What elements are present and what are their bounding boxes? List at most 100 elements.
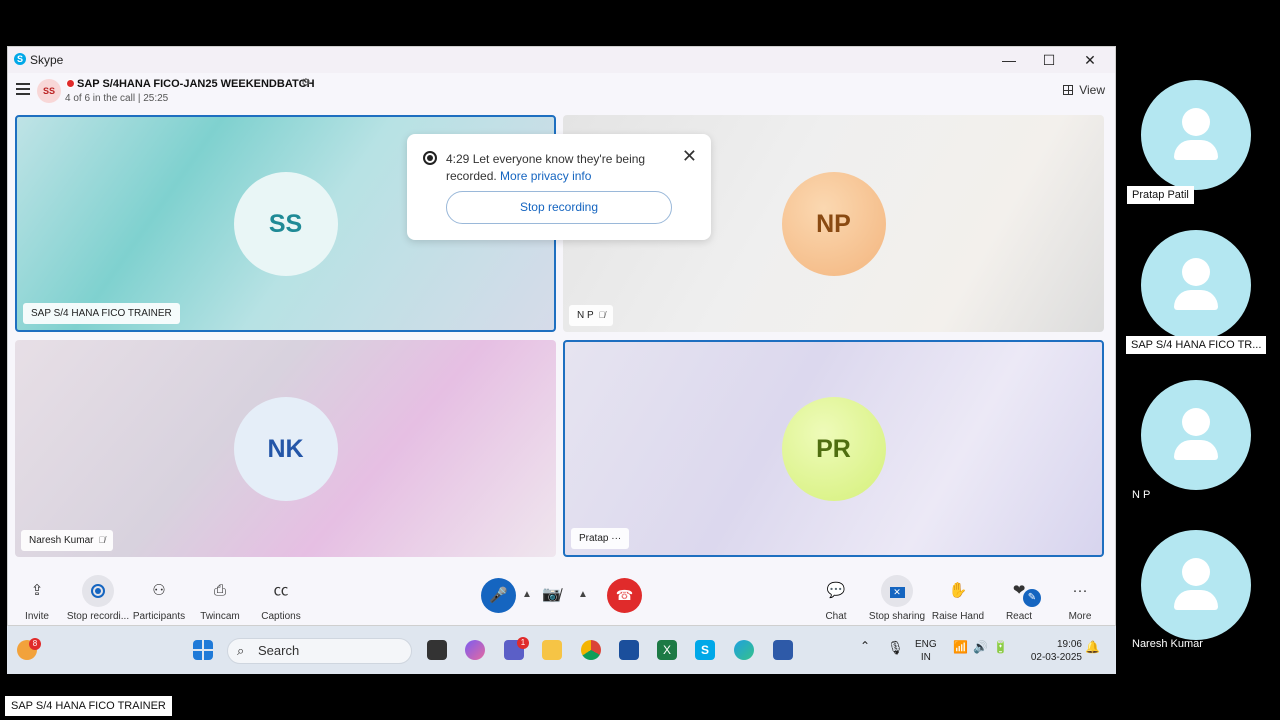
chrome-icon[interactable]: [581, 640, 601, 660]
close-icon[interactable]: ✕: [682, 146, 697, 167]
more-label: More: [1068, 611, 1092, 622]
maximize-button[interactable]: ☐: [1034, 50, 1064, 70]
avatar: SS: [37, 79, 61, 103]
menu-icon[interactable]: [16, 83, 30, 95]
call-toolbar: ⇪ Invite Stop recordi... ⚇ Participants ⎙ T…: [8, 569, 1115, 627]
participant-tile[interactable]: NK Naresh Kumar 🎙̸: [15, 340, 556, 557]
record-icon: [82, 575, 114, 607]
copilot-icon[interactable]: [465, 640, 485, 660]
microphone-button[interactable]: 🎤: [481, 578, 516, 613]
share-icon: ⇪: [30, 582, 44, 599]
view-label: View: [1079, 83, 1105, 97]
taskbar: 8 ⌕ Search 1 X S ⌃ 🎙 ENG IN 📶 🔊 🔋 19:06 02-…: [7, 626, 1116, 674]
twincam-button[interactable]: ⎙ Twincam: [186, 575, 254, 622]
participant-name: N P: [577, 310, 594, 321]
captions-label: Captions: [261, 611, 301, 622]
minimize-button[interactable]: —: [994, 50, 1024, 70]
avatar: SS: [233, 171, 338, 276]
camera-options-chevron-icon[interactable]: ▲: [578, 589, 588, 600]
react-button[interactable]: ❤ ✎ React: [985, 575, 1053, 622]
raise-hand-label: Raise Hand: [931, 611, 985, 622]
participant-tile[interactable]: PR Pratap ···: [563, 340, 1104, 557]
participants-button[interactable]: ⚇ Participants: [125, 575, 193, 622]
close-button[interactable]: ✕: [1075, 50, 1105, 70]
date: 02-03-2025: [1030, 652, 1082, 663]
stop-sharing-label: Stop sharing: [868, 611, 926, 622]
language-indicator[interactable]: ENG IN: [915, 638, 937, 664]
call-subtitle: 4 of 6 in the call | 25:25: [65, 93, 169, 104]
raise-hand-button[interactable]: ✋ Raise Hand: [924, 575, 992, 622]
twincam-label: Twincam: [200, 611, 240, 622]
file-explorer-icon[interactable]: [542, 640, 562, 660]
participants-label: Participants: [132, 611, 186, 622]
pencil-icon: ✎: [1023, 589, 1041, 607]
camera-add-icon: ⎙: [213, 582, 226, 599]
call-title[interactable]: SAP S/4HANA FICO-JAN25 WEEKENDBATCH: [77, 78, 315, 90]
search-input[interactable]: ⌕ Search: [227, 638, 412, 664]
skype-logo-icon: S: [14, 53, 26, 65]
gear-icon[interactable]: ⚙: [301, 76, 311, 89]
stop-sharing-button[interactable]: ✕ Stop sharing: [863, 575, 931, 622]
search-placeholder: Search: [258, 643, 300, 658]
participant-name: Naresh Kumar: [29, 535, 94, 546]
recording-indicator-icon: [66, 79, 75, 88]
avatar: NP: [781, 171, 886, 276]
hand-icon: ✋: [948, 582, 968, 599]
more-button[interactable]: ··· More: [1046, 575, 1114, 622]
chat-label: Chat: [825, 611, 847, 622]
mic-options-chevron-icon[interactable]: ▲: [522, 589, 532, 600]
chat-icon: 💬: [826, 582, 846, 599]
excel-icon[interactable]: X: [657, 640, 677, 660]
skype-taskbar-icon[interactable]: S: [695, 640, 715, 660]
end-call-button[interactable]: ☎: [607, 578, 642, 613]
people-icon: ⚇: [152, 582, 166, 599]
time: 19:06: [1056, 639, 1082, 650]
language-code: ENG: [915, 639, 937, 650]
avatar: [1141, 80, 1251, 190]
edge-icon[interactable]: [734, 640, 754, 660]
record-icon: [423, 151, 437, 165]
task-view-icon[interactable]: [427, 640, 447, 660]
recording-notification: 4:29 Let everyone know they're being rec…: [407, 134, 711, 240]
stop-share-icon: ✕: [881, 575, 913, 607]
app-title: Skype: [30, 53, 64, 67]
battery-icon[interactable]: 🔋: [993, 641, 1008, 654]
stop-recording-label: Stop recordi...: [66, 611, 130, 622]
stop-recording-toolbar-button[interactable]: Stop recordi...: [64, 575, 132, 622]
invite-button[interactable]: ⇪ Invite: [3, 575, 71, 622]
store-icon[interactable]: [619, 640, 639, 660]
call-header: SS SAP S/4HANA FICO-JAN25 WEEKENDBATCH ⚙…: [8, 73, 1115, 111]
participant-name-tag: SAP S/4 HANA FICO TRAINER: [23, 303, 180, 324]
captions-icon: ㏄: [273, 582, 289, 599]
search-icon: ⌕: [237, 643, 245, 658]
privacy-link[interactable]: More privacy info: [500, 169, 591, 183]
react-label: React: [1005, 611, 1033, 622]
stop-recording-button[interactable]: Stop recording: [446, 191, 672, 224]
avatar: PR: [781, 396, 886, 501]
avatar: [1141, 530, 1251, 640]
remote-desktop-icon[interactable]: [773, 640, 793, 660]
camera-off-icon: 📷̸: [542, 586, 561, 603]
avatar: [1141, 380, 1251, 490]
notifications-icon[interactable]: 🔔: [1085, 641, 1100, 654]
screen: { "window": { "app_title": "Skype", "min…: [0, 0, 1280, 720]
camera-off-button[interactable]: 📷̸: [542, 585, 561, 603]
side-participant-name: Naresh Kumar: [1132, 638, 1203, 650]
windows-start-icon[interactable]: [193, 640, 213, 660]
more-icon: ···: [1072, 582, 1088, 599]
clock[interactable]: 19:06 02-03-2025: [1022, 638, 1082, 664]
title-bar: S Skype — ☐ ✕: [8, 47, 1115, 73]
microphone-icon: 🎤: [489, 587, 508, 604]
captions-button[interactable]: ㏄ Captions: [247, 575, 315, 622]
avatar: [1141, 230, 1251, 340]
microphone-tray-icon[interactable]: 🎙: [887, 641, 904, 654]
more-options-icon[interactable]: ···: [611, 533, 621, 544]
volume-icon[interactable]: 🔊: [973, 641, 988, 654]
view-button[interactable]: View: [1063, 83, 1105, 97]
wifi-icon[interactable]: 📶: [953, 641, 968, 654]
chat-button[interactable]: 💬 Chat: [802, 575, 870, 622]
chevron-up-icon[interactable]: ⌃: [860, 640, 870, 653]
participant-name-tag: Naresh Kumar 🎙̸: [21, 530, 114, 551]
side-participant-name: Pratap Patil: [1127, 186, 1194, 204]
side-participant-name: SAP S/4 HANA FICO TR...: [1126, 336, 1267, 354]
